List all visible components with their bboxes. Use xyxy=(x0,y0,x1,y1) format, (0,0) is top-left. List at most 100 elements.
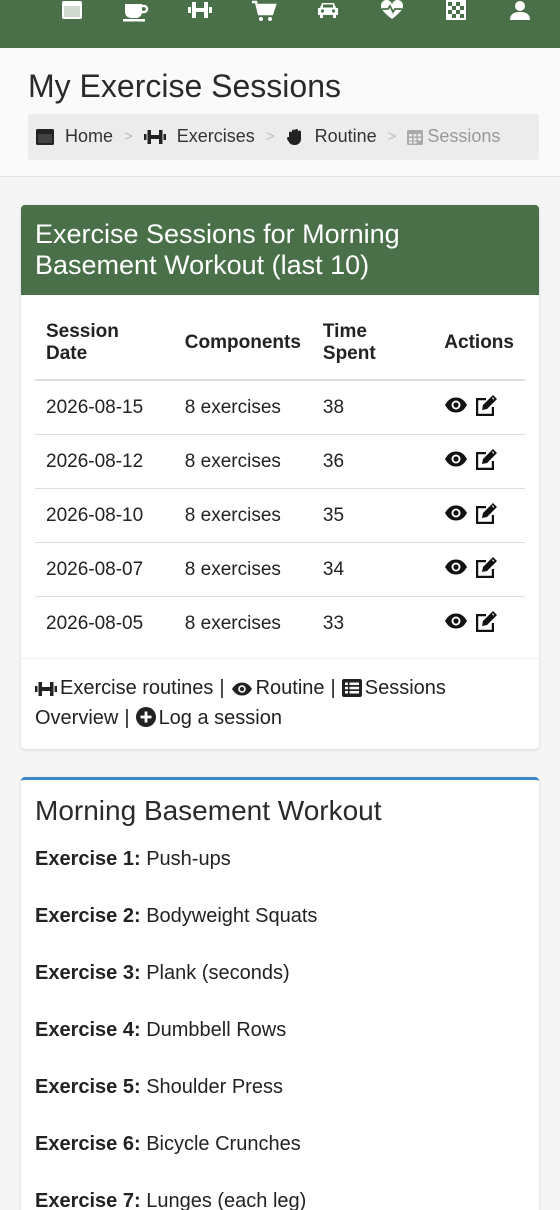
exercise-list: Exercise 1: Push-ups Exercise 2: Bodyweig… xyxy=(35,847,525,1210)
log-session-label: Log a session xyxy=(158,706,282,729)
cart-icon[interactable] xyxy=(250,0,278,24)
eye-icon xyxy=(444,396,468,420)
breadcrumb-exercises-label: Exercises xyxy=(176,126,255,147)
actions-cell xyxy=(433,433,525,489)
components-cell: 8 exercises xyxy=(173,595,312,650)
table-row: 2026-08-12 8 exercises 36 xyxy=(35,433,525,489)
table-row: 2026-08-07 8 exercises 34 xyxy=(35,541,525,597)
table-row: 2026-08-10 8 exercises 35 xyxy=(35,487,525,543)
column-header-actions: Actions xyxy=(433,312,525,381)
exercise-name: Bicycle Crunches xyxy=(146,1132,301,1155)
dumbbell-icon[interactable] xyxy=(186,0,214,24)
sessions-panel: Exercise Sessions for Morning Basement W… xyxy=(21,204,539,749)
components-cell: 8 exercises xyxy=(173,487,312,543)
plus-circle-icon xyxy=(135,706,156,727)
breadcrumb-routine-label: Routine xyxy=(314,126,377,147)
edit-session-button[interactable] xyxy=(474,556,498,584)
eye-icon xyxy=(444,504,468,528)
eye-icon xyxy=(444,558,468,582)
sessions-panel-heading: Exercise Sessions for Morning Basement W… xyxy=(21,204,539,295)
column-header-session-date: Session Date xyxy=(35,312,174,381)
exercise-name: Bodyweight Squats xyxy=(146,904,318,927)
edit-session-button[interactable] xyxy=(474,394,498,422)
edit-session-button[interactable] xyxy=(474,448,498,476)
breadcrumb-home[interactable]: Home xyxy=(36,126,113,147)
view-session-button[interactable] xyxy=(444,504,468,528)
sessions-panel-body: Session Date Components Time Spent Actio… xyxy=(21,295,539,658)
exercise-name: Push-ups xyxy=(146,847,231,870)
column-header-components: Components xyxy=(173,312,312,381)
routine-link-label: Routine xyxy=(255,676,325,699)
edit-icon xyxy=(474,448,498,476)
breadcrumb: Home > Exercises > Routine > Sessions xyxy=(28,113,539,160)
user-icon[interactable] xyxy=(506,0,534,24)
exercise-item: Exercise 6: Bicycle Crunches xyxy=(35,1132,525,1156)
time-spent-cell: 38 xyxy=(322,396,345,418)
list-icon xyxy=(341,678,362,697)
view-session-button[interactable] xyxy=(444,612,468,636)
edit-session-button[interactable] xyxy=(474,502,498,530)
actions-cell xyxy=(433,380,525,435)
chess-board-icon[interactable] xyxy=(442,0,470,24)
exercise-name: Plank (seconds) xyxy=(146,961,290,984)
exercise-item: Exercise 1: Push-ups xyxy=(35,847,525,871)
breadcrumb-separator: > xyxy=(124,128,133,146)
exercise-item: Exercise 2: Bodyweight Squats xyxy=(35,904,525,928)
exercise-item: Exercise 4: Dumbbell Rows xyxy=(35,1018,525,1042)
heartbeat-icon[interactable] xyxy=(378,0,406,24)
breadcrumb-routine[interactable]: Routine xyxy=(286,126,377,147)
view-session-button[interactable] xyxy=(444,396,468,420)
dumbbell-icon xyxy=(35,681,57,696)
column-header-time-spent: Time Spent xyxy=(311,312,434,381)
car-icon[interactable] xyxy=(314,0,342,24)
view-session-button[interactable] xyxy=(444,450,468,474)
session-date-cell: 2026-08-10 xyxy=(35,487,174,543)
actions-cell xyxy=(433,541,525,597)
footer-separator: | xyxy=(330,676,336,699)
exercise-label: Exercise 2: xyxy=(35,904,141,927)
actions-cell xyxy=(433,595,525,650)
eye-icon xyxy=(444,612,468,636)
eye-icon xyxy=(444,450,468,474)
routine-link[interactable]: Routine xyxy=(231,677,325,699)
breadcrumb-sessions-label: Sessions xyxy=(427,126,501,147)
routine-panel: Morning Basement Workout Exercise 1: Pus… xyxy=(21,776,539,1210)
exercise-item: Exercise 7: Lunges (each leg) xyxy=(35,1189,525,1210)
session-date-cell: 2026-08-05 xyxy=(35,595,174,650)
exercise-label: Exercise 7: xyxy=(35,1189,141,1210)
page-title: My Exercise Sessions xyxy=(28,68,341,104)
actions-cell xyxy=(433,487,525,543)
edit-icon xyxy=(474,394,498,422)
breadcrumb-separator: > xyxy=(387,128,397,146)
exercise-routines-link[interactable]: Exercise routines xyxy=(35,677,213,699)
footer-separator: | xyxy=(124,706,130,729)
calendar-icon[interactable] xyxy=(58,0,86,24)
time-spent-cell: 33 xyxy=(311,595,434,650)
top-navbar xyxy=(0,0,560,48)
eye-icon xyxy=(231,682,252,696)
view-session-button[interactable] xyxy=(444,558,468,582)
exercise-label: Exercise 3: xyxy=(35,961,141,984)
exercise-routines-label: Exercise routines xyxy=(60,676,214,699)
session-date-cell: 2026-08-15 xyxy=(46,396,144,418)
log-session-link[interactable]: Log a session xyxy=(135,706,282,729)
dumbbell-icon xyxy=(143,129,166,145)
table-header-row: Session Date Components Time Spent Actio… xyxy=(35,312,525,381)
routine-title: Morning Basement Workout xyxy=(35,794,382,826)
edit-session-button[interactable] xyxy=(474,610,498,638)
table-row: 2026-08-15 8 exercises 38 xyxy=(35,380,525,435)
session-date-cell: 2026-08-07 xyxy=(35,541,174,597)
calendar-icon xyxy=(36,128,54,145)
exercise-name: Dumbbell Rows xyxy=(146,1018,287,1041)
sessions-table: Session Date Components Time Spent Actio… xyxy=(35,312,525,650)
exercise-item: Exercise 3: Plank (seconds) xyxy=(35,961,525,985)
calendar-grid-icon xyxy=(407,129,424,145)
footer-separator: | xyxy=(219,676,225,699)
edit-icon xyxy=(474,502,498,530)
table-row: 2026-08-05 8 exercises 33 xyxy=(35,595,525,650)
exercise-label: Exercise 1: xyxy=(35,847,141,870)
breadcrumb-exercises[interactable]: Exercises xyxy=(143,126,255,147)
breadcrumb-home-label: Home xyxy=(65,126,114,147)
breadcrumb-sessions: Sessions xyxy=(407,126,500,147)
coffee-icon[interactable] xyxy=(122,0,150,24)
